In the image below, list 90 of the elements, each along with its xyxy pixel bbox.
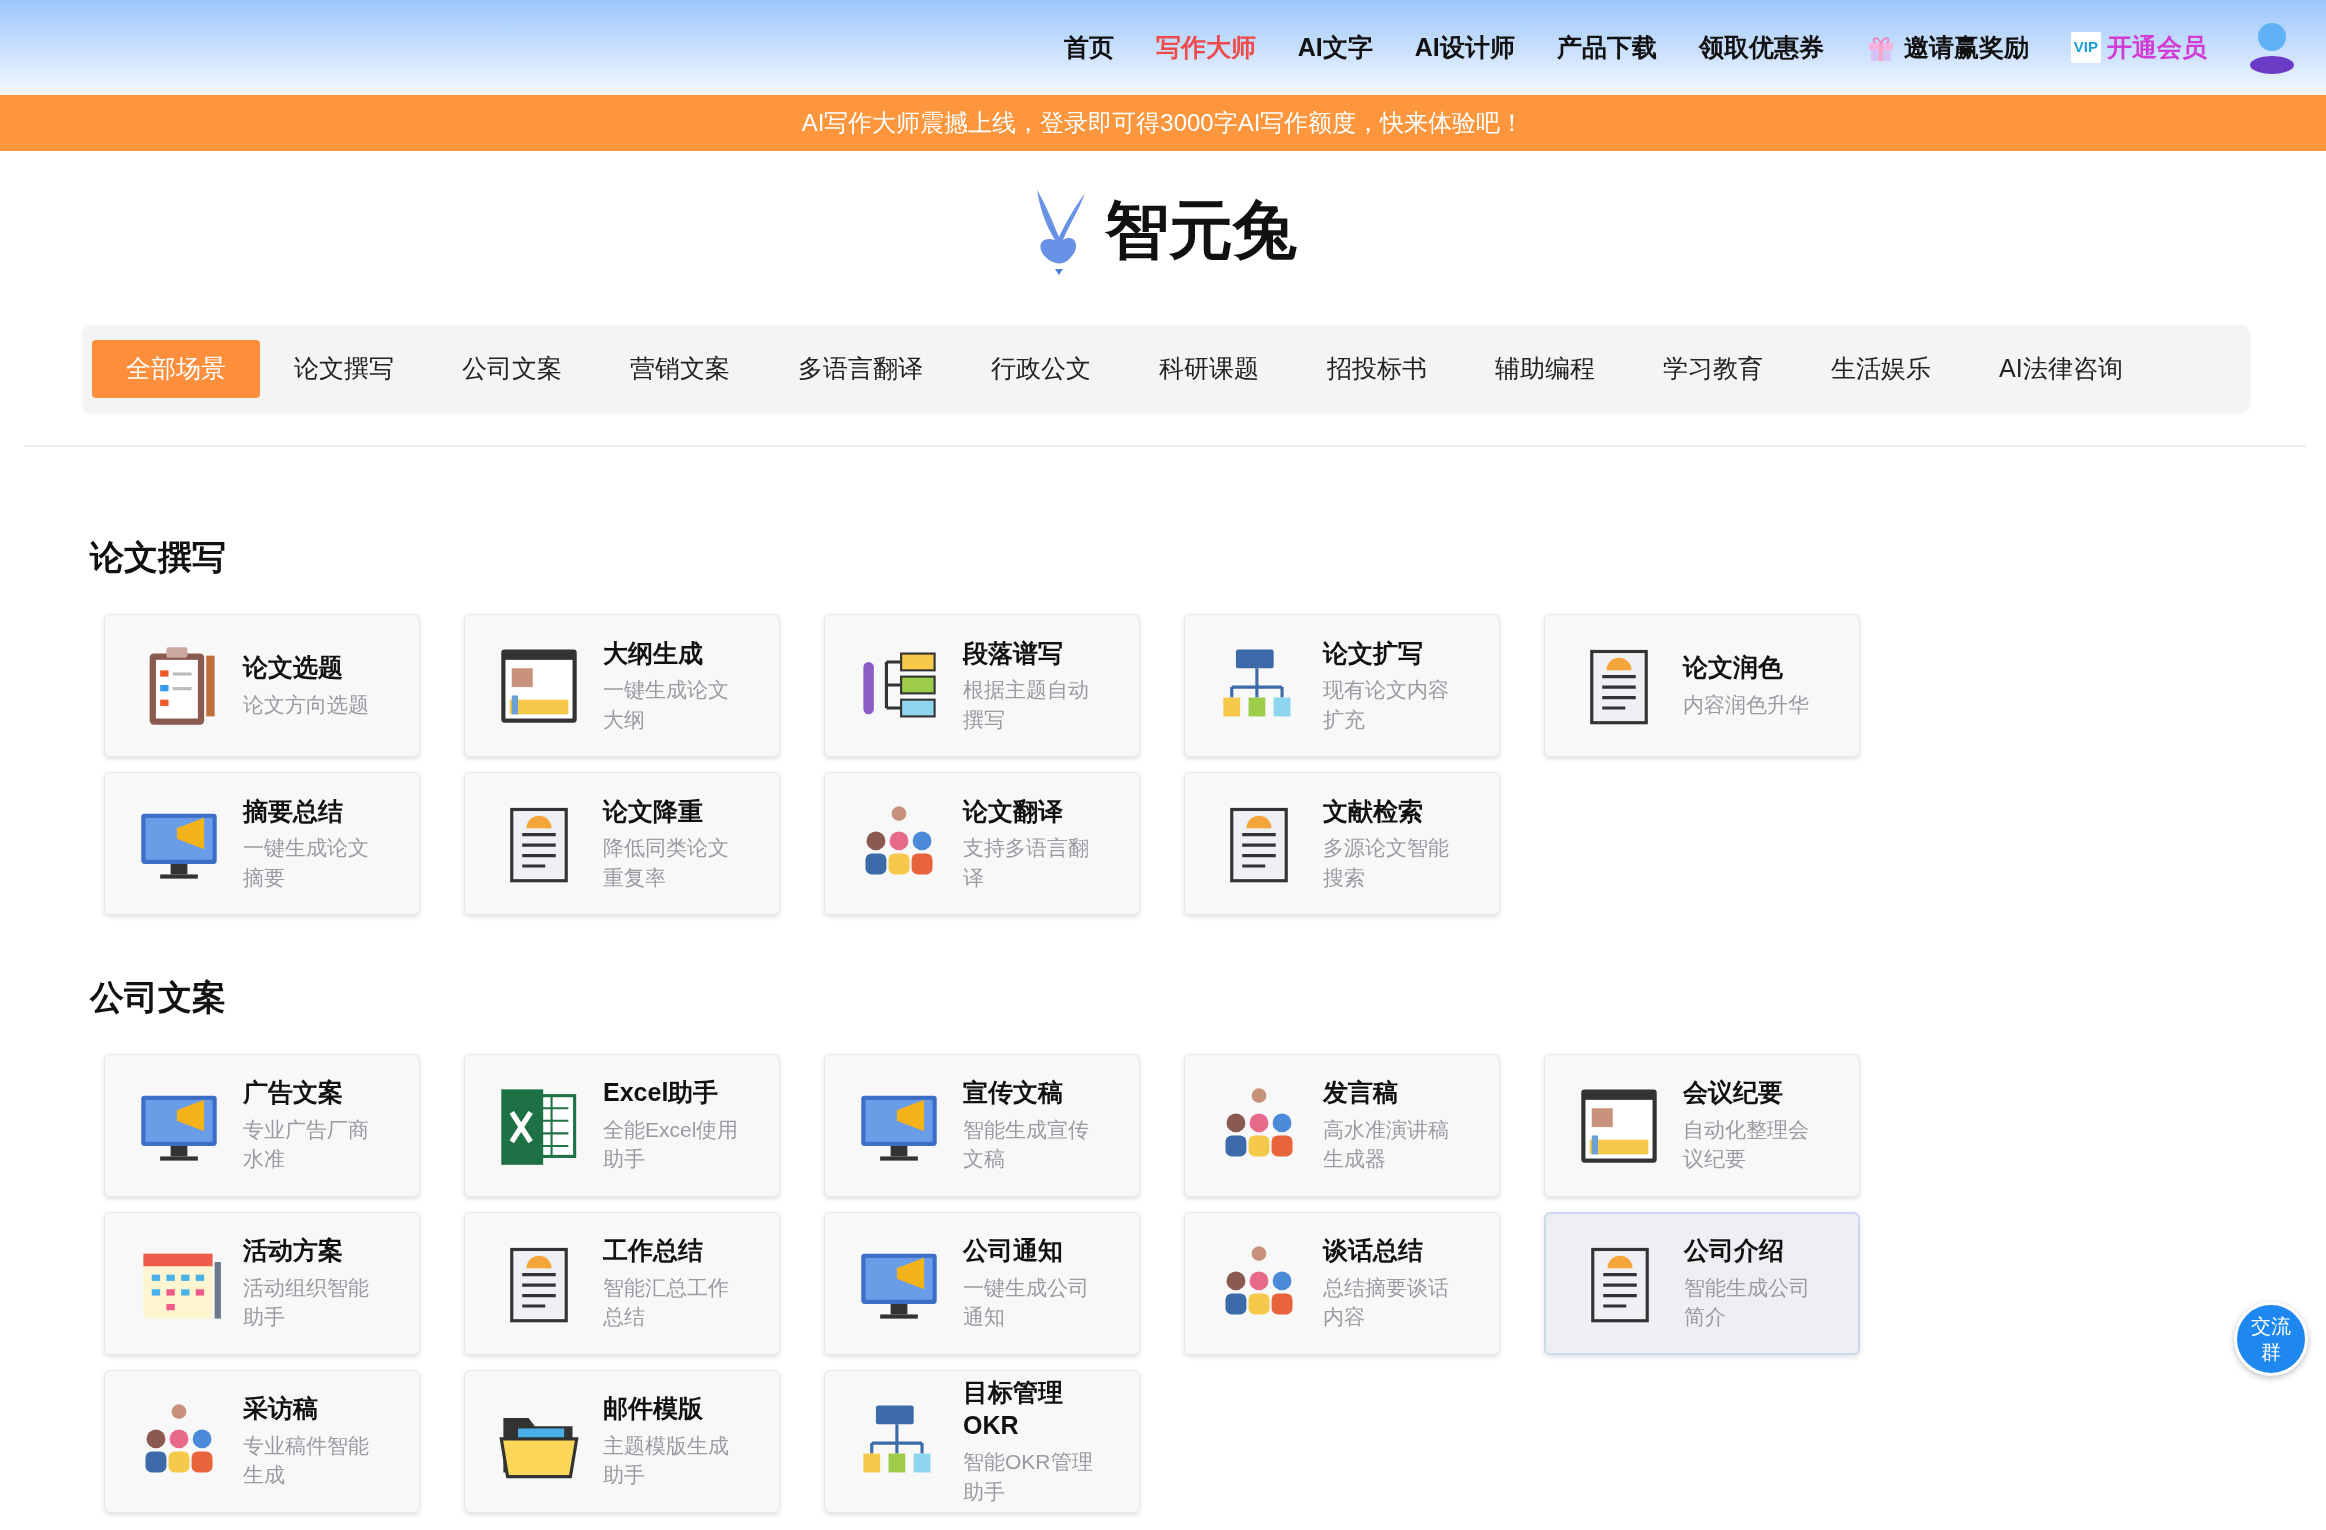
card-title: 谈话总结	[1323, 1235, 1424, 1267]
card-title: 公司介绍	[1684, 1235, 1785, 1267]
category-tab[interactable]: 论文撰写	[260, 340, 428, 398]
brand-name: 智元兔	[1105, 193, 1297, 268]
card-title: Excel助手	[603, 1077, 720, 1109]
category-tab[interactable]: 营销文案	[596, 340, 764, 398]
card-title: 工作总结	[603, 1235, 704, 1267]
tool-card[interactable]: 邮件模版 主题模版生成助手	[464, 1369, 780, 1513]
card-title: 文献检索	[1323, 795, 1424, 827]
category-tab[interactable]: 招投标书	[1293, 340, 1461, 398]
card-title: 会议纪要	[1683, 1077, 1784, 1109]
card-description: 支持多语言翻译	[963, 835, 1090, 891]
card-title: 目标管理OKR	[963, 1377, 1064, 1441]
card-title: 论文润色	[1683, 652, 1784, 684]
card-title: 论文选题	[243, 652, 344, 684]
nav-link[interactable]: 首页	[1042, 28, 1135, 67]
card-description: 高水准演讲稿生成器	[1323, 1116, 1450, 1173]
tool-card[interactable]: 公司通知 一键生成公司通知	[824, 1211, 1140, 1355]
category-tab[interactable]: 学习教育	[1629, 340, 1797, 398]
nav-link[interactable]: 产品下载	[1535, 28, 1678, 67]
card-description: 智能生成宣传文稿	[963, 1116, 1090, 1173]
tool-card[interactable]: 谈话总结 总结摘要谈话内容	[1184, 1211, 1500, 1355]
card-title: 公司通知	[963, 1235, 1064, 1267]
card-description: 活动组织智能助手	[243, 1274, 370, 1331]
tool-card[interactable]: 广告文案 专业广告厂商水准	[104, 1053, 420, 1197]
tool-card[interactable]: 会议纪要 自动化整理会议纪要	[1544, 1053, 1860, 1197]
card-title: 论文降重	[603, 795, 704, 827]
card-description: 智能OKR管理助手	[963, 1449, 1094, 1505]
card-description: 总结摘要谈话内容	[1323, 1274, 1450, 1331]
card-description: 智能生成公司简介	[1684, 1274, 1811, 1331]
card-description: 专业广告厂商水准	[243, 1116, 370, 1173]
tool-card[interactable]: 文献检索 多源论文智能搜索	[1184, 771, 1500, 915]
tool-card[interactable]: 论文扩写 现有论文内容扩充	[1184, 613, 1500, 757]
card-description: 一键生成公司通知	[963, 1274, 1090, 1331]
card-description: 多源论文智能搜索	[1323, 835, 1450, 891]
category-tab[interactable]: 科研课题	[1125, 340, 1293, 398]
card-title: 论文扩写	[1323, 637, 1424, 669]
tool-card[interactable]: 目标管理OKR 智能OKR管理助手	[824, 1369, 1140, 1513]
vip-badge: VIP	[2070, 32, 2101, 63]
tool-card[interactable]: 工作总结 智能汇总工作总结	[464, 1211, 780, 1355]
card-description: 专业稿件智能生成	[243, 1432, 370, 1489]
category-tab[interactable]: 辅助编程	[1461, 340, 1629, 398]
card-title: 大纲生成	[603, 637, 704, 669]
card-title: 采访稿	[243, 1393, 319, 1425]
tool-card[interactable]: 采访稿 专业稿件智能生成	[104, 1369, 420, 1513]
category-tab[interactable]: 生活娱乐	[1797, 340, 1965, 398]
card-description: 自动化整理会议纪要	[1683, 1116, 1810, 1173]
section-title: 论文撰写	[88, 537, 227, 578]
user-avatar-icon[interactable]	[2248, 21, 2296, 74]
tool-card[interactable]: 论文翻译 支持多语言翻译	[824, 771, 1140, 915]
tool-card[interactable]: 活动方案 活动组织智能助手	[104, 1211, 420, 1355]
tool-card[interactable]: 公司介绍 智能生成公司简介	[1544, 1211, 1860, 1355]
tool-card[interactable]: 论文润色 内容润色升华	[1544, 613, 1860, 757]
card-description: 论文方向选题	[243, 691, 369, 718]
category-tab[interactable]: AI法律咨询	[1965, 340, 2157, 398]
card-description: 一键生成论文摘要	[243, 835, 370, 891]
tool-card[interactable]: 宣传文稿 智能生成宣传文稿	[824, 1053, 1140, 1197]
section-title: 公司文案	[88, 976, 227, 1018]
nav-link[interactable]: AI设计师	[1393, 28, 1536, 67]
card-description: 全能Excel使用助手	[603, 1116, 740, 1173]
category-tab[interactable]: 公司文案	[428, 340, 596, 398]
card-title: 广告文案	[243, 1077, 344, 1109]
card-description: 降低同类论文重复率	[603, 835, 730, 891]
card-title: 宣传文稿	[963, 1077, 1064, 1109]
card-description: 智能汇总工作总结	[603, 1274, 730, 1331]
nav-link[interactable]: AI文字	[1276, 28, 1394, 67]
tool-card[interactable]: Excel助手 全能Excel使用助手	[464, 1053, 780, 1197]
chat-group-button[interactable]: 交流群	[2234, 1302, 2308, 1376]
tool-card[interactable]: 发言稿 高水准演讲稿生成器	[1184, 1053, 1500, 1197]
card-title: 邮件模版	[603, 1393, 704, 1425]
card-title: 活动方案	[243, 1235, 344, 1267]
card-description: 现有论文内容扩充	[1323, 677, 1450, 733]
category-tab[interactable]: 行政公文	[957, 340, 1125, 398]
card-description: 主题模版生成助手	[603, 1432, 730, 1489]
card-description: 根据主题自动撰写	[963, 677, 1090, 733]
card-description: 内容润色升华	[1683, 691, 1809, 718]
card-title: 摘要总结	[243, 795, 344, 827]
tool-card[interactable]: 段落谱写 根据主题自动撰写	[824, 613, 1140, 757]
card-description: 一键生成论文大纲	[603, 677, 730, 733]
card-title: 段落谱写	[963, 637, 1064, 669]
card-title: 论文翻译	[963, 795, 1064, 827]
tool-card[interactable]: 大纲生成 一键生成论文大纲	[464, 613, 780, 757]
nav-link[interactable]: 领取优惠券	[1677, 28, 1845, 67]
tool-card[interactable]: 摘要总结 一键生成论文摘要	[104, 771, 420, 915]
nav-link[interactable]: 邀请赢奖励	[1844, 28, 2050, 67]
tool-card[interactable]: 论文选题 论文方向选题	[104, 613, 420, 757]
category-tab[interactable]: 多语言翻译	[764, 340, 957, 398]
card-title: 发言稿	[1323, 1077, 1399, 1109]
tool-card[interactable]: 论文降重 降低同类论文重复率	[464, 771, 780, 915]
announcement-banner: AI写作大师震撼上线，登录即可得3000字AI写作额度，快来体验吧！	[0, 95, 2326, 151]
